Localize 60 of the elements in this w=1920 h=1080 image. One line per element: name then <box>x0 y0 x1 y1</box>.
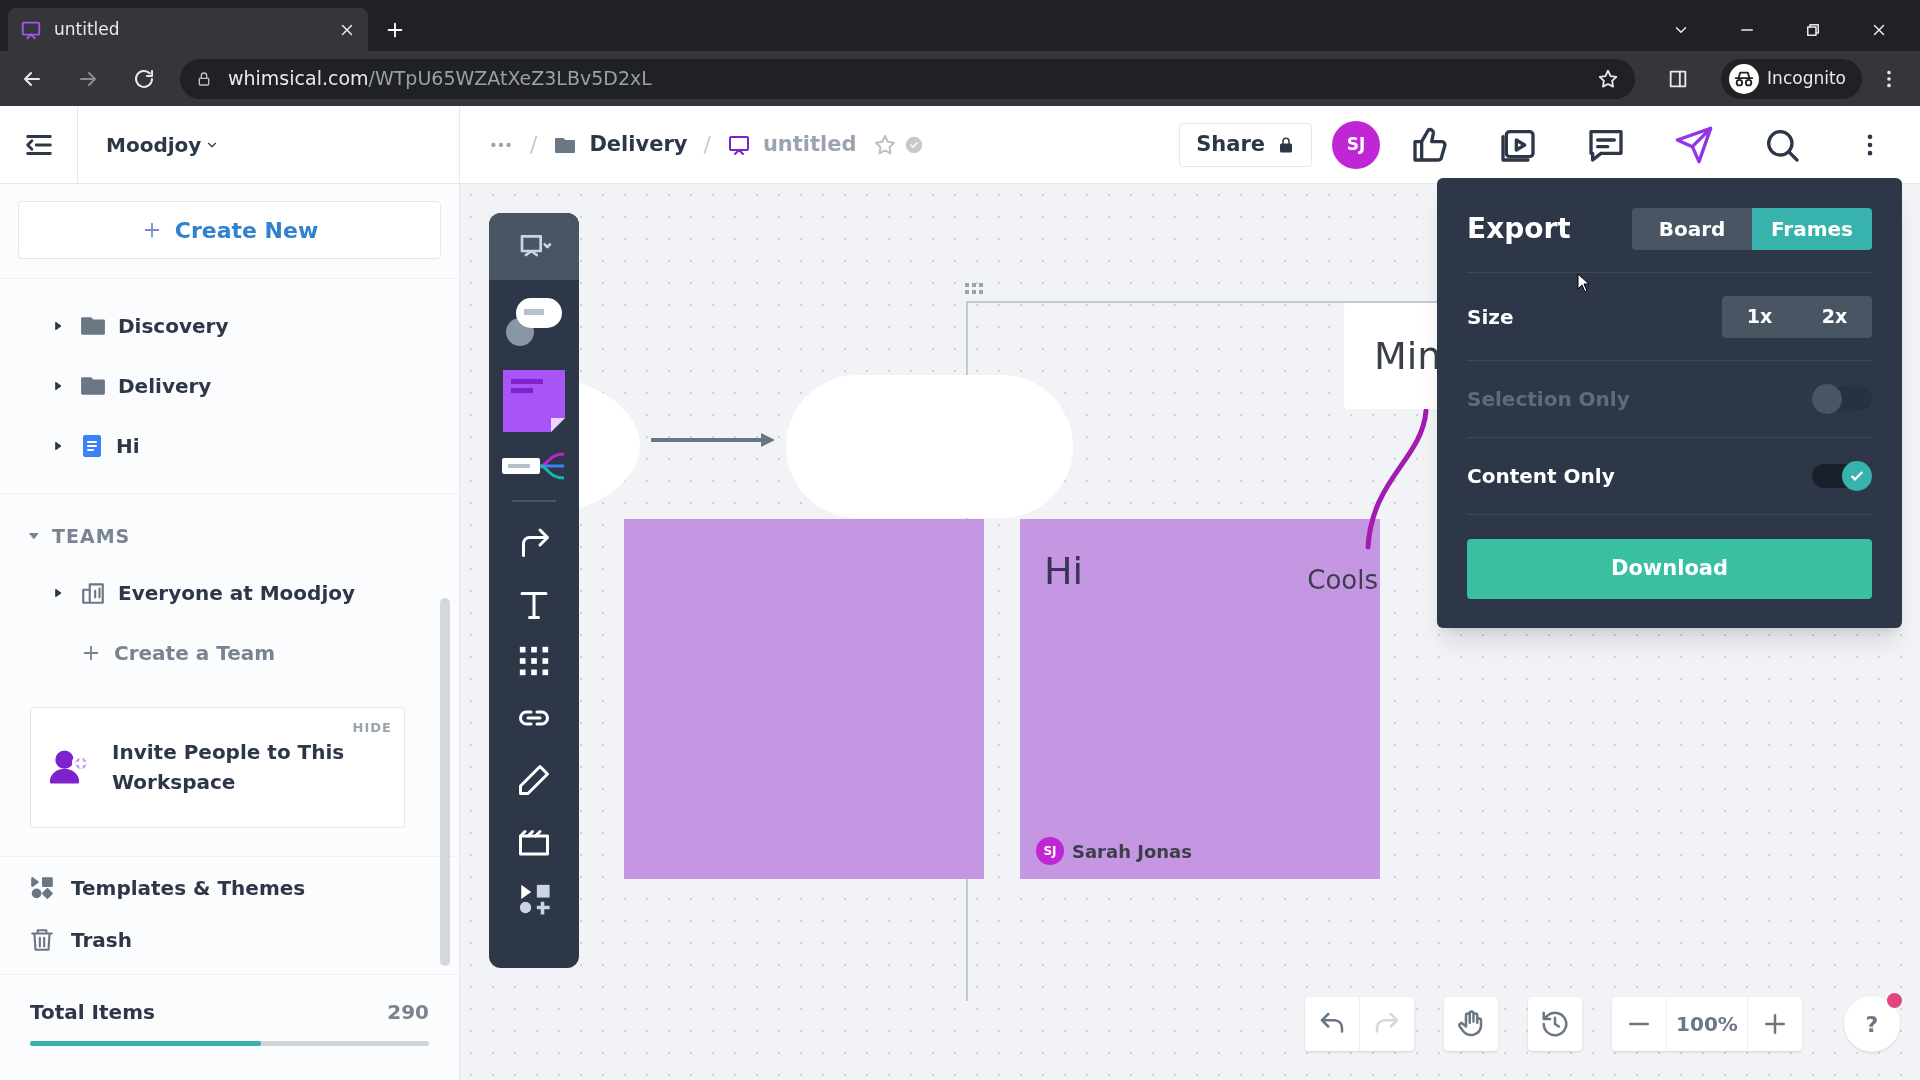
create-team-link[interactable]: Create a Team <box>80 622 459 683</box>
team-item[interactable]: Everyone at Moodjoy <box>80 577 356 608</box>
breadcrumb-separator: / <box>530 131 538 159</box>
sticky-note[interactable]: Hi SJ Sarah Jonas Cools <box>1020 519 1380 879</box>
total-items-count: 290 <box>387 999 429 1026</box>
connector-label: Cools <box>1307 564 1378 597</box>
sidebar-link[interactable]: Templates & Themes <box>0 868 459 907</box>
star-icon[interactable] <box>872 132 897 157</box>
card-text: Min <box>1374 332 1442 380</box>
sticky-text: Hi <box>1044 548 1084 595</box>
browser-tab[interactable]: untitled <box>8 8 368 51</box>
lock-icon <box>1277 135 1295 154</box>
author-avatar: SJ <box>1036 837 1064 865</box>
export-mode-tab[interactable]: Board <box>1632 208 1752 250</box>
teams-heading[interactable]: TEAMS <box>0 522 459 551</box>
scrollbar[interactable] <box>440 598 450 966</box>
trash-icon <box>29 926 55 953</box>
more-tools-icon[interactable] <box>517 882 551 916</box>
sidebar-item[interactable]: Discovery <box>80 311 229 341</box>
star-icon[interactable] <box>1597 67 1620 90</box>
expand-arrow-icon[interactable] <box>52 586 64 599</box>
size-option[interactable]: 1x <box>1722 295 1797 338</box>
share-button[interactable]: Share <box>1179 122 1312 167</box>
address-bar[interactable]: whimsical.com/WTpU65WZAtXeZ3LBv5D2xL <box>180 58 1636 99</box>
shapes-icon <box>29 874 55 901</box>
user-avatar[interactable]: SJ <box>1332 120 1380 169</box>
breadcrumb-link[interactable]: Delivery <box>553 128 688 161</box>
expand-arrow-icon[interactable] <box>52 320 64 332</box>
expand-arrow-icon[interactable] <box>52 440 64 452</box>
expand-arrow-icon[interactable] <box>52 380 64 392</box>
breadcrumb-separator: / <box>703 131 711 159</box>
paper-plane-icon[interactable] <box>1674 124 1714 165</box>
author-name: Sarah Jonas <box>1072 839 1192 864</box>
sticky-note-tool-icon[interactable] <box>503 370 565 432</box>
lock-icon <box>196 70 212 87</box>
size-label: Size <box>1467 303 1514 331</box>
invite-text: Invite People to This Workspace <box>112 739 346 796</box>
verified-icon <box>904 135 923 154</box>
pencil-tool-icon[interactable] <box>516 762 552 798</box>
mouse-cursor <box>1577 273 1591 293</box>
grid-tool-icon[interactable] <box>517 644 551 678</box>
profile-button[interactable]: Incognito <box>1721 58 1862 99</box>
history-icon[interactable] <box>1540 1009 1570 1039</box>
url-text: whimsical.com/WTpU65WZAtXeZ3LBv5D2xL <box>228 66 653 92</box>
help-button[interactable]: ? <box>1844 996 1900 1052</box>
document-icon <box>80 434 104 458</box>
tab-title: untitled <box>54 17 121 41</box>
export-title: Export <box>1467 211 1571 247</box>
workspace-menu[interactable]: Moodjoy <box>106 129 220 160</box>
create-new-button[interactable]: Create New <box>18 201 441 259</box>
sidebar-link[interactable]: Trash <box>0 920 459 959</box>
sidebar-item[interactable]: Delivery <box>80 371 212 401</box>
sidebar-item[interactable]: Hi <box>80 431 140 461</box>
option-label: Content Only <box>1467 463 1615 490</box>
total-items-label: Total Items <box>30 999 155 1026</box>
toggle-switch[interactable] <box>1812 464 1872 488</box>
size-option[interactable]: 2x <box>1797 295 1872 338</box>
drag-handle-icon[interactable] <box>965 283 985 295</box>
mind-map-tool-icon[interactable] <box>502 450 566 482</box>
arrow-connector[interactable] <box>651 431 777 449</box>
